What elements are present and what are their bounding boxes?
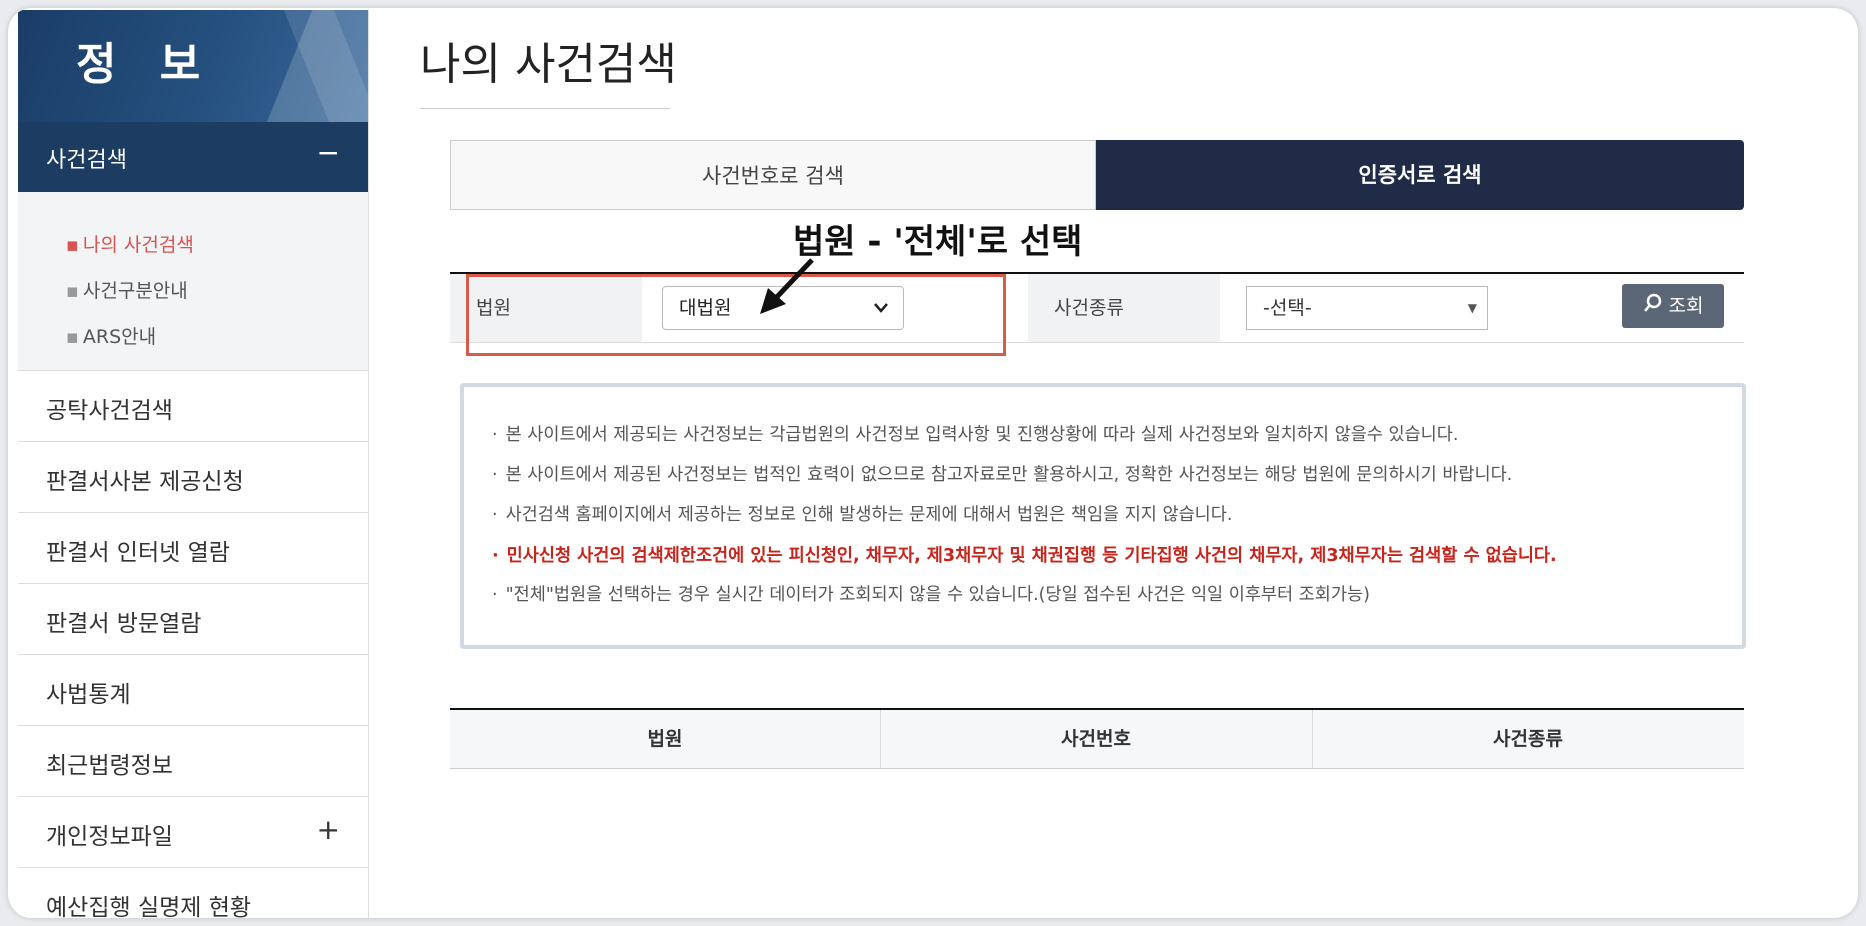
notice-text: 본 사이트에서 제공되는 사건정보는 각급법원의 사건정보 입력사항 및 진행상… bbox=[505, 425, 1459, 445]
case-type-label: 사건종류 bbox=[1028, 274, 1220, 342]
sidebar-item-budget[interactable]: 예산집행 실명제 현황 bbox=[18, 868, 368, 918]
sidebar: 정 보 사건검색 − ▪ 나의 사건검색 ▪ 사건구분안내 ▪ ARS안내 공탁사건검… bbox=[18, 10, 369, 918]
tab-case-number-search[interactable]: 사건번호로 검색 bbox=[450, 140, 1096, 210]
submenu-item-case-type-guide[interactable]: ▪ 사건구분안내 bbox=[66, 276, 188, 303]
bullet-icon: · bbox=[492, 465, 498, 485]
sidebar-item-judgment-copy[interactable]: 판결서사본 제공신청 bbox=[18, 442, 368, 513]
collapse-icon[interactable]: − bbox=[317, 136, 340, 169]
submenu-item-my-case-search[interactable]: ▪ 나의 사건검색 bbox=[66, 230, 194, 257]
notice-text: "전체"법원을 선택하는 경우 실시간 데이터가 조회되지 않을 수 있습니다.… bbox=[505, 585, 1370, 605]
page-title: 나의 사건검색 bbox=[420, 39, 677, 90]
expand-icon[interactable]: + bbox=[317, 813, 340, 846]
sidebar-item-label: 공탁사건검색 bbox=[46, 398, 173, 424]
sidebar-item-judicial-stats[interactable]: 사법통계 bbox=[18, 655, 368, 726]
notice-text: 본 사이트에서 제공된 사건정보는 법적인 효력이 없으므로 참고자료로만 활용… bbox=[505, 465, 1513, 485]
search-icon bbox=[1643, 285, 1663, 329]
annotation-text: 법원 - '전체'로 선택 bbox=[793, 222, 1083, 262]
notice-box: · 본 사이트에서 제공되는 사건정보는 각급법원의 사건정보 입력사항 및 진행… bbox=[460, 383, 1746, 649]
column-header-court: 법원 bbox=[450, 710, 881, 768]
bullet-icon: · bbox=[492, 505, 498, 525]
search-tabs: 사건번호로 검색 인증서로 검색 bbox=[450, 140, 1744, 210]
bullet-icon: ▪ bbox=[66, 280, 79, 302]
bullet-icon: ▪ bbox=[66, 234, 79, 256]
notice-item: · 본 사이트에서 제공된 사건정보는 법적인 효력이 없으므로 참고자료로만 활… bbox=[492, 461, 1512, 486]
submenu-item-label: ARS안내 bbox=[82, 326, 157, 348]
sidebar-item-label: 사법통계 bbox=[46, 682, 131, 708]
sidebar-item-label: 예산집행 실명제 현황 bbox=[46, 895, 252, 918]
sidebar-item-deposit-search[interactable]: 공탁사건검색 bbox=[18, 371, 368, 442]
app-frame: 정 보 사건검색 − ▪ 나의 사건검색 ▪ 사건구분안내 ▪ ARS안내 공탁사건검… bbox=[8, 8, 1858, 918]
sidebar-item-label: 판결서 방문열람 bbox=[46, 611, 202, 637]
case-type-select[interactable]: -선택- ▼ bbox=[1246, 286, 1488, 330]
search-button-label: 조회 bbox=[1668, 295, 1704, 317]
arrow-icon bbox=[748, 254, 828, 328]
sidebar-item-judgment-online[interactable]: 판결서 인터넷 열람 bbox=[18, 513, 368, 584]
notice-item: · 본 사이트에서 제공되는 사건정보는 각급법원의 사건정보 입력사항 및 진행… bbox=[492, 421, 1458, 446]
column-header-case-type: 사건종류 bbox=[1493, 728, 1563, 750]
notice-item: · 사건검색 홈페이지에서 제공하는 정보로 인해 발생하는 문제에 대해서 법원… bbox=[492, 501, 1232, 526]
notice-text: 민사신청 사건의 검색제한조건에 있는 피신청인, 채무자, 제3채무자 및 채… bbox=[506, 546, 1557, 566]
title-divider bbox=[420, 108, 670, 109]
notice-item-emphasis: · 민사신청 사건의 검색제한조건에 있는 피신청인, 채무자, 제3채무자 및 … bbox=[492, 542, 1557, 567]
bullet-icon: ▪ bbox=[66, 326, 79, 348]
highlight-box bbox=[466, 274, 1006, 356]
caret-down-icon: ▼ bbox=[1467, 301, 1477, 315]
tab-certificate-search[interactable]: 인증서로 검색 bbox=[1096, 140, 1744, 210]
notice-text: 사건검색 홈페이지에서 제공하는 정보로 인해 발생하는 문제에 대해서 법원은… bbox=[505, 505, 1233, 525]
sidebar-item-recent-laws[interactable]: 최근법령정보 bbox=[18, 726, 368, 797]
submenu-item-label: 나의 사건검색 bbox=[82, 234, 194, 256]
submenu-item-ars-guide[interactable]: ▪ ARS안내 bbox=[66, 322, 156, 349]
submenu-item-label: 사건구분안내 bbox=[82, 280, 188, 302]
column-header-case-number: 사건번호 bbox=[880, 710, 1313, 768]
sidebar-item-case-search[interactable]: 사건검색 − bbox=[18, 122, 368, 192]
sidebar-title: 정 보 bbox=[76, 39, 215, 90]
sidebar-header: 정 보 bbox=[18, 10, 368, 122]
sidebar-item-label: 사건검색 bbox=[46, 148, 127, 173]
sidebar-item-label: 판결서 인터넷 열람 bbox=[46, 540, 230, 566]
search-button[interactable]: 조회 bbox=[1622, 284, 1724, 328]
sidebar-item-privacy-files[interactable]: 개인정보파일 + bbox=[18, 797, 368, 868]
case-type-select-value: -선택- bbox=[1263, 297, 1312, 319]
results-table-header: 법원 사건번호 사건종류 bbox=[450, 708, 1744, 769]
sidebar-item-label: 최근법령정보 bbox=[46, 753, 173, 779]
bullet-icon: · bbox=[492, 425, 498, 445]
sidebar-item-label: 개인정보파일 bbox=[46, 824, 173, 850]
bullet-icon: · bbox=[492, 585, 498, 605]
sidebar-item-label: 판결서사본 제공신청 bbox=[46, 469, 244, 495]
notice-item: · "전체"법원을 선택하는 경우 실시간 데이터가 조회되지 않을 수 있습니다… bbox=[492, 581, 1370, 606]
bullet-icon: · bbox=[492, 546, 499, 566]
sidebar-item-judgment-visit[interactable]: 판결서 방문열람 bbox=[18, 584, 368, 655]
sidebar-submenu: ▪ 나의 사건검색 ▪ 사건구분안내 ▪ ARS안내 bbox=[18, 192, 368, 371]
